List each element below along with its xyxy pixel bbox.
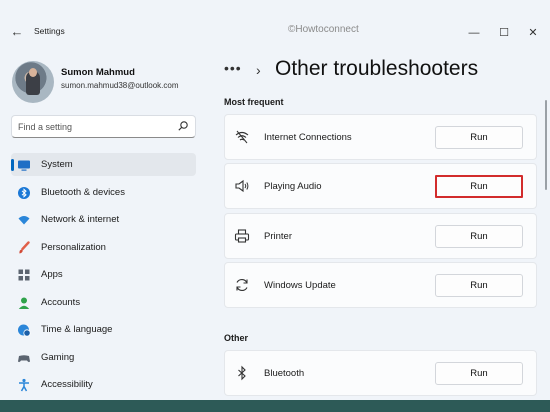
search-icon[interactable] <box>177 120 189 132</box>
search-box[interactable] <box>11 115 196 138</box>
row-label: Printer <box>264 231 292 242</box>
sidebar-item-label: Gaming <box>41 352 75 363</box>
person-icon <box>18 297 30 309</box>
sidebar-item-label: Apps <box>41 269 63 280</box>
sidebar-item-accounts[interactable]: Accounts <box>11 291 196 314</box>
speaker-icon <box>235 179 249 193</box>
sidebar-item-label: System <box>41 159 73 170</box>
user-email: sumon.mahmud38@outlook.com <box>61 81 179 90</box>
sidebar-item-gaming[interactable]: Gaming <box>11 346 196 369</box>
monitor-icon <box>18 160 30 171</box>
apps-icon <box>18 269 30 281</box>
run-windows-update-button[interactable]: Run <box>435 274 523 297</box>
troubleshooter-row-internet: Internet Connections Run <box>224 114 537 160</box>
sidebar-item-label: Accounts <box>41 297 81 308</box>
taskbar-strip <box>0 400 550 412</box>
troubleshooter-row-printer: Printer Run <box>224 213 537 259</box>
minimize-button[interactable]: — <box>467 26 481 40</box>
row-label: Playing Audio <box>264 181 322 192</box>
run-playing-audio-button[interactable]: Run <box>435 175 523 198</box>
network-signal-icon <box>235 130 249 144</box>
section-label-other: Other <box>224 333 249 343</box>
refresh-icon <box>236 279 248 291</box>
wifi-icon <box>18 216 30 225</box>
row-label: Windows Update <box>264 280 336 291</box>
app-title: Settings <box>34 26 65 36</box>
bluetooth-icon <box>238 365 246 381</box>
run-printer-button[interactable]: Run <box>435 225 523 248</box>
row-label: Internet Connections <box>264 132 352 143</box>
sidebar-item-label: Network & internet <box>41 214 120 225</box>
globe-clock-icon <box>18 324 31 337</box>
back-button[interactable]: ← <box>9 24 25 40</box>
sidebar-item-time-language[interactable]: Time & language <box>11 318 196 341</box>
sidebar-item-personalization[interactable]: Personalization <box>11 236 196 259</box>
scrollbar[interactable] <box>545 100 547 190</box>
brush-icon <box>19 241 30 254</box>
avatar[interactable] <box>12 61 54 103</box>
breadcrumb-overflow[interactable]: ••• <box>224 60 242 76</box>
search-input[interactable] <box>18 119 178 135</box>
bluetooth-icon <box>18 187 30 199</box>
sidebar-item-label: Personalization <box>41 242 106 253</box>
breadcrumb-chevron: › <box>256 62 261 78</box>
close-button[interactable]: ✕ <box>526 26 540 40</box>
settings-window: ← Settings ©Howtoconnect — ☐ ✕ Sumon Mah… <box>0 0 550 400</box>
selected-indicator <box>11 159 14 171</box>
sidebar-item-network[interactable]: Network & internet <box>11 208 196 231</box>
sidebar-item-label: Accessibility <box>41 379 93 390</box>
run-bluetooth-button[interactable]: Run <box>435 362 523 385</box>
printer-icon <box>234 229 250 243</box>
gamepad-icon <box>18 355 30 363</box>
title-bar: ← Settings ©Howtoconnect — ☐ ✕ <box>0 0 550 39</box>
troubleshooter-row-bluetooth: Bluetooth Run <box>224 350 537 396</box>
maximize-button[interactable]: ☐ <box>497 26 511 40</box>
sidebar-item-system[interactable]: System <box>11 153 196 176</box>
sidebar-item-label: Time & language <box>41 324 113 335</box>
run-internet-connections-button[interactable]: Run <box>435 126 523 149</box>
user-name: Sumon Mahmud <box>61 67 135 78</box>
row-label: Bluetooth <box>264 368 305 379</box>
accessibility-icon <box>19 378 29 392</box>
avatar-face <box>29 68 37 77</box>
section-label-most-frequent: Most frequent <box>224 97 284 107</box>
sidebar-item-label: Bluetooth & devices <box>41 187 125 198</box>
troubleshooter-row-windows-update: Windows Update Run <box>224 262 537 308</box>
watermark: ©Howtoconnect <box>288 24 359 35</box>
page-title: Other troubleshooters <box>275 57 479 80</box>
sidebar-item-apps[interactable]: Apps <box>11 263 196 286</box>
sidebar-item-accessibility[interactable]: Accessibility <box>11 373 196 396</box>
troubleshooter-row-playing-audio: Playing Audio Run <box>224 163 537 209</box>
sidebar-item-bluetooth-devices[interactable]: Bluetooth & devices <box>11 181 196 204</box>
